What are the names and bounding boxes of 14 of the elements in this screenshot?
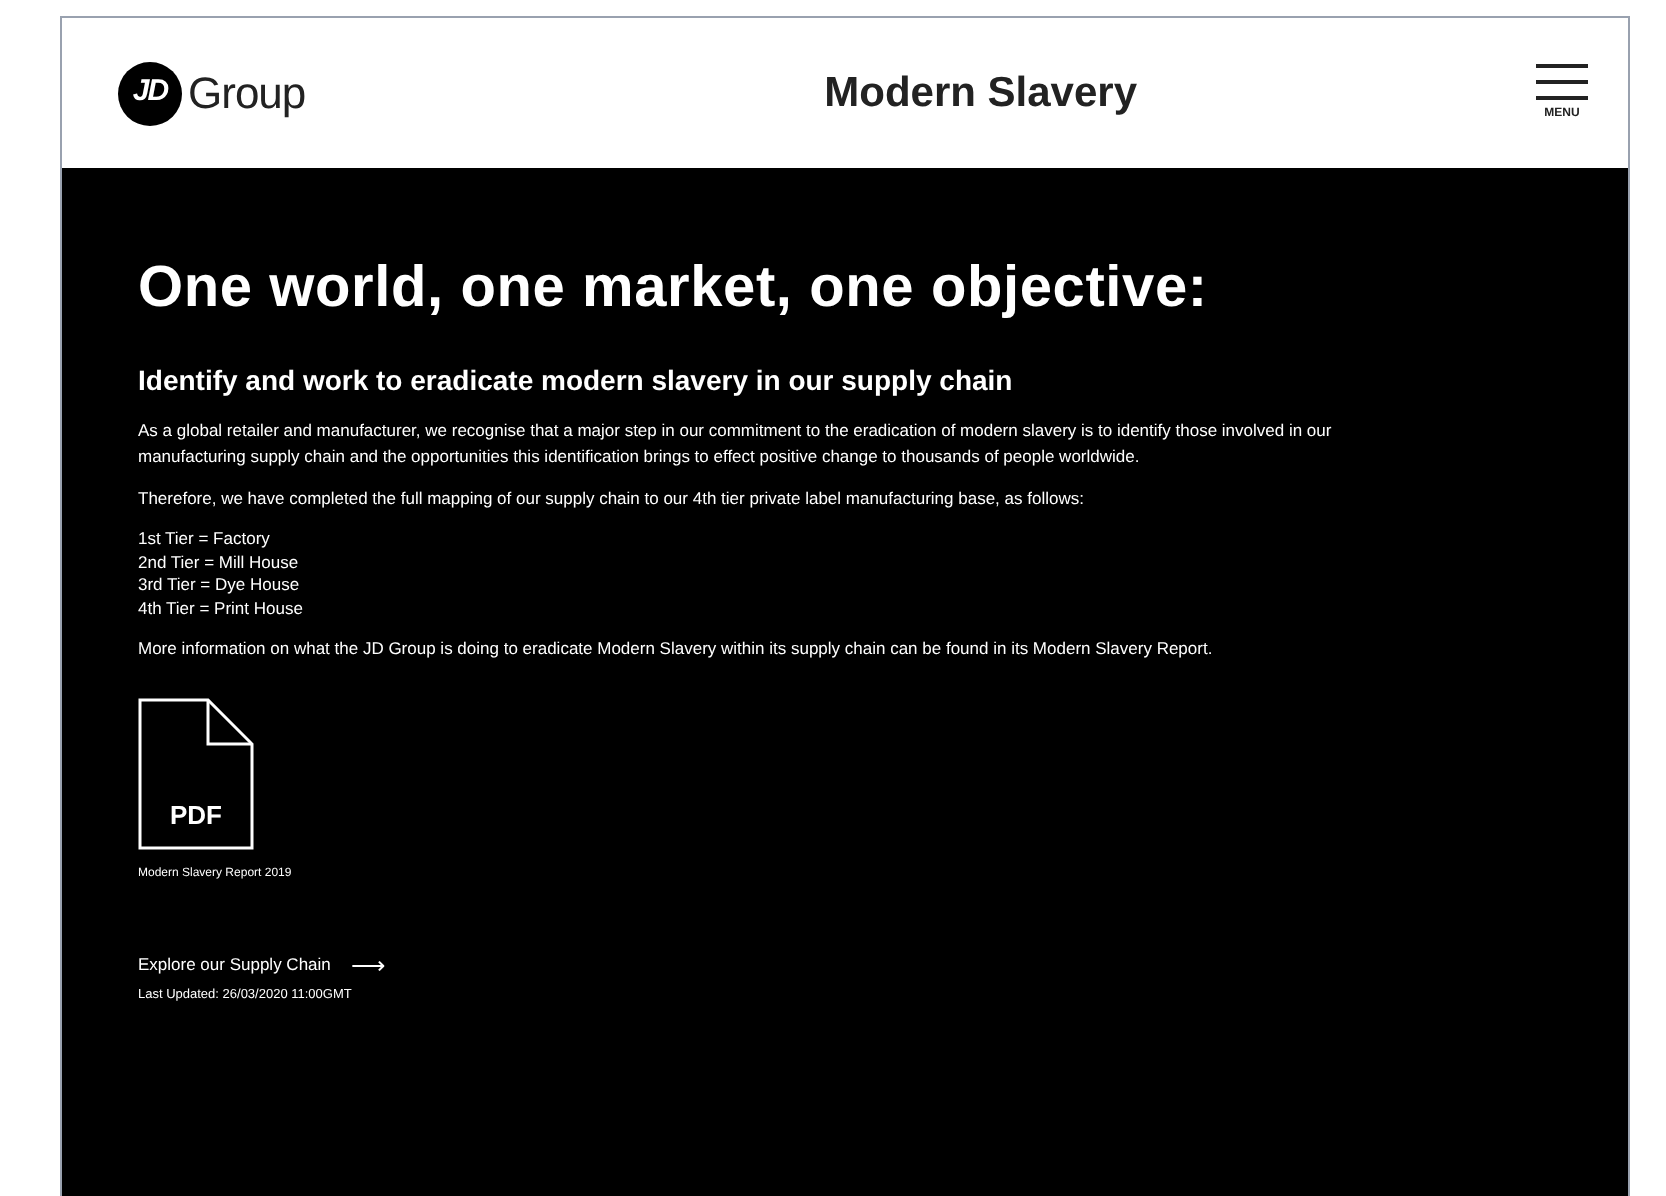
heading: One world, one market, one objective:	[138, 254, 1210, 324]
subheading: Identify and work to eradicate modern slavery in our supply chain	[138, 362, 1015, 401]
logo-mark[interactable]: JD	[118, 61, 182, 125]
paragraph: More information on what the JD Group is doing to eradicate Modern Slavery within its supply chain can be found in its Modern Slavery Report.	[138, 636, 1215, 663]
menu-icon	[1536, 63, 1588, 99]
page-title: Modern Slavery	[824, 67, 1138, 120]
paragraph: Therefore, we have completed the full mapping of our supply chain to our 4th tier private label manufacturing base, as follows:	[138, 486, 1086, 513]
tier-item: 2nd Tier = Mill House	[138, 551, 301, 575]
tier-item: 1st Tier = Factory	[138, 528, 272, 552]
supply-chain-link[interactable]: Explore our Supply Chain ⟶	[138, 952, 385, 978]
paragraph: As a global retailer and manufacturer, we recognise that a major step in our commitment to the eradication of modern slavery is to identify those involved in our manufacturing supply chain and the opportunities this identification brings to effect positive change to thousands of people worldwide.	[138, 418, 1334, 471]
tier-item: 4th Tier = Print House	[138, 597, 305, 621]
tier-item: 3rd Tier = Dye House	[138, 574, 302, 598]
logo-text[interactable]: Group	[188, 60, 306, 126]
